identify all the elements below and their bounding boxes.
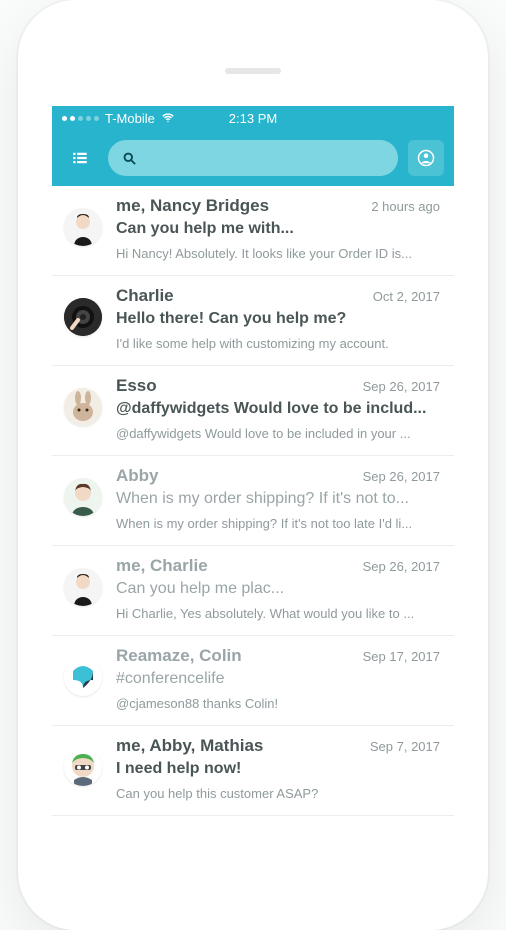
carrier-label: T-Mobile	[105, 111, 155, 126]
preview-label: @daffywidgets Would love to be included …	[116, 426, 440, 441]
list-view-button[interactable]	[62, 140, 98, 176]
conversation-list: me, Nancy Bridges 2 hours ago Can you help…	[52, 186, 454, 816]
preview-label: I'd like some help with customizing my a…	[116, 336, 440, 351]
toolbar	[52, 130, 454, 186]
conversation-row[interactable]: Charlie Oct 2, 2017 Hello there! Can you h…	[52, 276, 454, 366]
search-input[interactable]	[145, 150, 384, 167]
sender-label: Reamaze, Colin	[116, 646, 355, 666]
preview-label: Hi Nancy! Absolutely. It looks like your…	[116, 246, 440, 261]
subject-label: Hello there! Can you help me?	[116, 310, 440, 328]
subject-label: I need help now!	[116, 760, 440, 778]
conversation-row[interactable]: Abby Sep 26, 2017 When is my order shippin…	[52, 456, 454, 546]
conversation-content: me, Nancy Bridges 2 hours ago Can you help…	[116, 196, 440, 261]
subject-label: Can you help me with...	[116, 220, 440, 238]
preview-label: Hi Charlie, Yes absolutely. What would y…	[116, 606, 440, 621]
preview-label: When is my order shipping? If it's not t…	[116, 516, 440, 531]
conversation-content: Reamaze, Colin Sep 17, 2017 #conferencelif…	[116, 646, 440, 711]
conversation-row[interactable]: Reamaze, Colin Sep 17, 2017 #conferencelif…	[52, 636, 454, 726]
conversation-content: me, Abby, Mathias Sep 7, 2017 I need help …	[116, 736, 440, 801]
clock-label: 2:13 PM	[189, 111, 316, 126]
search-icon	[122, 151, 137, 166]
timestamp-label: Sep 26, 2017	[363, 469, 440, 484]
avatar	[64, 736, 104, 801]
search-field[interactable]	[108, 140, 398, 176]
screen: T-Mobile 2:13 PM	[52, 106, 454, 930]
list-icon	[71, 149, 89, 167]
subject-label: When is my order shipping? If it's not t…	[116, 490, 440, 508]
sender-label: me, Nancy Bridges	[116, 196, 363, 216]
wifi-icon	[161, 111, 175, 125]
conversation-content: Esso Sep 26, 2017 @daffywidgets Would love…	[116, 376, 440, 441]
conversation-content: Charlie Oct 2, 2017 Hello there! Can you h…	[116, 286, 440, 351]
phone-frame: T-Mobile 2:13 PM	[18, 0, 488, 930]
sender-label: Charlie	[116, 286, 365, 306]
profile-icon	[417, 149, 435, 167]
conversation-row[interactable]: me, Abby, Mathias Sep 7, 2017 I need help …	[52, 726, 454, 816]
conversation-content: me, Charlie Sep 26, 2017 Can you help me p…	[116, 556, 440, 621]
signal-dots-icon	[62, 116, 99, 121]
conversation-row[interactable]: me, Charlie Sep 26, 2017 Can you help me p…	[52, 546, 454, 636]
subject-label: Can you help me plac...	[116, 580, 440, 598]
timestamp-label: Sep 7, 2017	[370, 739, 440, 754]
conversation-content: Abby Sep 26, 2017 When is my order shippin…	[116, 466, 440, 531]
avatar	[64, 466, 104, 531]
subject-label: #conferencelife	[116, 670, 440, 688]
phone-speaker	[225, 68, 281, 74]
avatar	[64, 646, 104, 711]
avatar	[64, 196, 104, 261]
preview-label: @cjameson88 thanks Colin!	[116, 696, 440, 711]
timestamp-label: 2 hours ago	[371, 199, 440, 214]
profile-button[interactable]	[408, 140, 444, 176]
sender-label: me, Abby, Mathias	[116, 736, 362, 756]
preview-label: Can you help this customer ASAP?	[116, 786, 440, 801]
conversation-row[interactable]: me, Nancy Bridges 2 hours ago Can you help…	[52, 186, 454, 276]
sender-label: me, Charlie	[116, 556, 355, 576]
avatar	[64, 556, 104, 621]
timestamp-label: Sep 17, 2017	[363, 649, 440, 664]
timestamp-label: Sep 26, 2017	[363, 559, 440, 574]
avatar	[64, 376, 104, 441]
avatar	[64, 286, 104, 351]
subject-label: @daffywidgets Would love to be includ...	[116, 400, 440, 418]
sender-label: Abby	[116, 466, 355, 486]
timestamp-label: Sep 26, 2017	[363, 379, 440, 394]
timestamp-label: Oct 2, 2017	[373, 289, 440, 304]
status-bar: T-Mobile 2:13 PM	[52, 106, 454, 130]
sender-label: Esso	[116, 376, 355, 396]
conversation-row[interactable]: Esso Sep 26, 2017 @daffywidgets Would love…	[52, 366, 454, 456]
